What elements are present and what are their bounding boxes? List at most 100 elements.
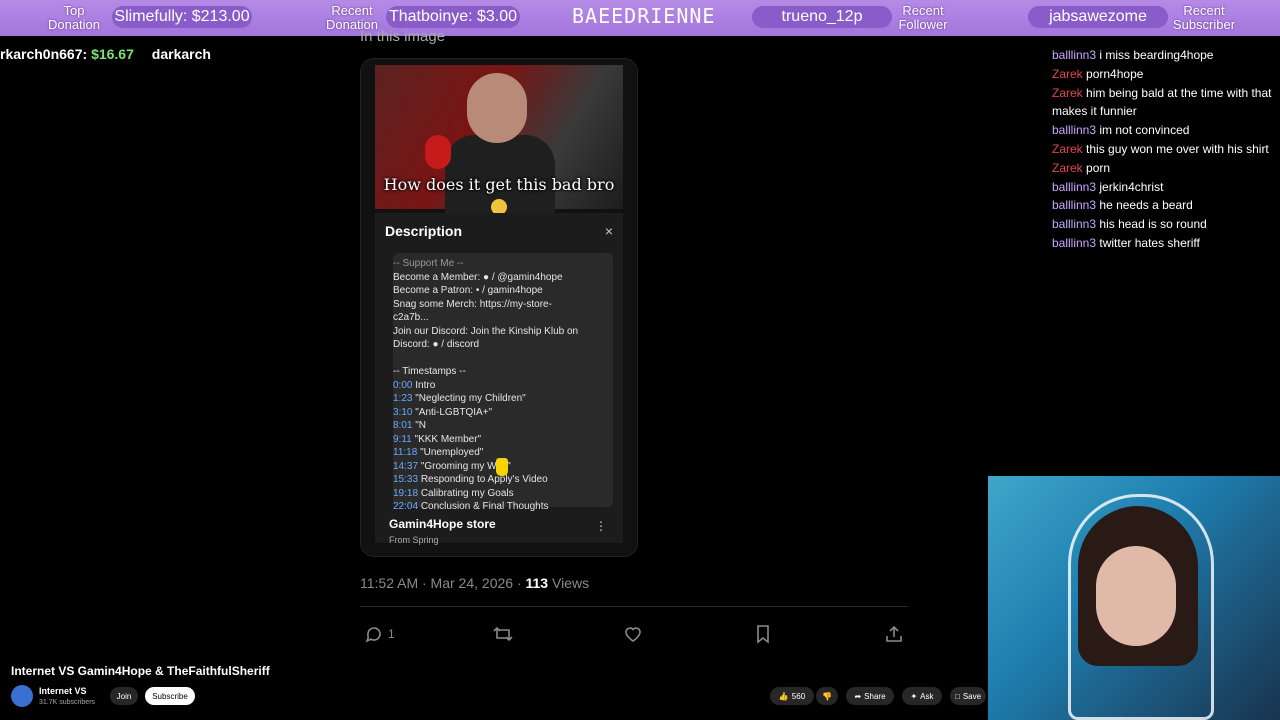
chat-username[interactable]: balllinn3 (1052, 236, 1096, 250)
like-count: 560 (791, 691, 806, 701)
chat-username[interactable]: balllinn3 (1052, 198, 1096, 212)
timestamp-row: 22:04 Conclusion & Final Thoughts (393, 500, 613, 514)
recent-subscriber-value: jabsawezome (1028, 6, 1168, 28)
timestamp-label: "KKK Member" (414, 433, 482, 445)
pointer-cursor-icon (496, 458, 508, 476)
repost-icon (493, 626, 513, 642)
timestamp-link[interactable]: 19:18 (393, 488, 418, 499)
chat-panel: balllinn3 i miss bearding4hope Zarek porn… (1052, 46, 1278, 253)
merch-link[interactable]: Snag some Merch: https://my-store- (393, 298, 613, 312)
channel-avatar[interactable] (11, 685, 33, 707)
chat-username[interactable]: Zarek (1052, 86, 1083, 100)
chat-text: porn4hope (1086, 66, 1144, 81)
timestamp-row: 3:10 "Anti-LGBTQIA+" (393, 406, 613, 420)
timestamp-label: "Anti-LGBTQIA+" (415, 406, 493, 418)
webcam-veil (1068, 494, 1214, 720)
timestamp-list: 0:00 Intro 1:23 "Neglecting my Children" 3… (393, 379, 613, 514)
timestamp-row: 1:23 "Neglecting my Children" (393, 392, 613, 406)
timestamp-label: "N (415, 420, 427, 431)
timestamp-row: 0:00 Intro (393, 379, 613, 393)
close-icon[interactable]: × (605, 223, 613, 239)
desc-line: Discord: ● / discord (393, 339, 480, 350)
desc-line: Join our Discord: Join the Kinship Klub … (393, 325, 579, 337)
timestamp-link[interactable]: 15:33 (393, 474, 418, 485)
webcam-feed (988, 476, 1280, 720)
repost-button[interactable] (492, 620, 514, 648)
share-button[interactable] (884, 620, 904, 648)
ask-button[interactable]: ✦ Ask (902, 687, 942, 705)
timestamp-label: Responding to Apply's Video (420, 474, 548, 485)
donation-ticker: rkarch0n667: $16.67 darkarch (0, 46, 211, 66)
bookmark-icon: □ (954, 691, 960, 701)
save-button[interactable]: □ Save (950, 687, 986, 705)
chat-message: balllinn3 twitter hates sheriff (1052, 234, 1278, 253)
timestamp-link[interactable]: 22:04 (393, 501, 418, 512)
tweet-media[interactable]: How does it get this bad bro Description… (360, 58, 638, 557)
timestamp-link[interactable]: 9:11 (393, 434, 412, 445)
timestamp-link[interactable]: 14:37 (393, 461, 418, 472)
recent-follower-value: trueno_12p (752, 6, 892, 28)
save-label: Save (962, 691, 982, 701)
chat-message: Zarek him being bald at the time with th… (1052, 84, 1278, 122)
like-button[interactable]: 👍 560 (770, 687, 814, 705)
description-title: Description (385, 223, 463, 239)
channel-name[interactable]: Internet VS (39, 686, 87, 696)
divider (360, 606, 908, 607)
chat-username[interactable]: Zarek (1052, 142, 1083, 156)
recent-follower-label: Recent Follower (898, 3, 948, 32)
chat-text: twitter hates sheriff (1099, 235, 1200, 250)
timestamp-label: Calibrating my Goals (420, 487, 514, 499)
timestamp-row: 19:18 Calibrating my Goals (393, 487, 613, 501)
share-arrow-icon: ➦ (854, 691, 862, 701)
timestamp-link[interactable]: 8:01 (393, 420, 412, 431)
top-donation-label: Top Donation (47, 3, 101, 32)
stream-banner: Top Donation Slimefully: $213.00 Recent … (0, 0, 1280, 36)
chat-text: i miss bearding4hope (1099, 48, 1214, 62)
ask-label: Ask (920, 691, 934, 701)
timestamp-link[interactable]: 1:23 (393, 393, 412, 404)
share-label: Share (864, 691, 886, 701)
timestamp-label: "Neglecting my Children" (415, 393, 526, 404)
share-button[interactable]: ➦ Share (846, 687, 894, 705)
join-button[interactable]: Join (110, 687, 138, 705)
chat-text: porn (1086, 160, 1111, 175)
timestamp-link[interactable]: 11:18 (393, 447, 417, 458)
video-title: Internet VS Gamin4Hope & TheFaithfulSher… (11, 664, 270, 678)
subscribe-button[interactable]: Subscribe (145, 687, 195, 705)
store-title: Gamin4Hope store (389, 517, 496, 531)
top-donation-value: Slimefully: $213.00 (112, 6, 252, 28)
chat-username[interactable]: balllinn3 (1052, 123, 1096, 137)
tweet-partial-heading: In this image (360, 28, 446, 45)
chat-username[interactable]: balllinn3 (1052, 48, 1096, 62)
desc-line: Become a Member: ● / @gamin4hope (393, 271, 563, 283)
desc-line: Become a Patron: • / gamin4hope (393, 285, 543, 296)
chat-username[interactable]: balllinn3 (1052, 180, 1096, 194)
recent-subscriber-label: Recent Subscriber (1172, 3, 1236, 32)
chat-text: im not convinced (1099, 123, 1190, 138)
chat-username[interactable]: Zarek (1052, 161, 1083, 175)
chat-username[interactable]: Zarek (1052, 67, 1083, 81)
sparkle-icon: ✦ (910, 691, 918, 701)
reply-button[interactable]: 1 (364, 620, 395, 648)
streamer-name: BAEEDRIENNE (572, 4, 716, 28)
tweet-timestamp: 11:52 AM · Mar 24, 2026 · (360, 575, 526, 591)
desc-line: -- Timestamps -- (393, 366, 466, 377)
chat-text: jerkin4christ (1099, 179, 1164, 194)
timestamp-link[interactable]: 0:00 (393, 380, 412, 391)
store-subtitle: From Spring (389, 535, 439, 545)
merch-link-cont[interactable]: c2a7b... (393, 311, 613, 325)
timestamp-label: "Unemployed" (420, 447, 484, 458)
like-button[interactable] (623, 620, 643, 648)
chat-text: him being bald at the time with that mak… (1052, 85, 1272, 119)
heart-icon (625, 627, 641, 642)
timestamp-link[interactable]: 3:10 (393, 407, 412, 418)
video-thumbnail[interactable]: How does it get this bad bro (375, 65, 623, 215)
dislike-button[interactable]: 👎 (816, 687, 838, 705)
chat-text: this guy won me over with his shirt (1086, 141, 1269, 156)
video-caption: How does it get this bad bro (383, 175, 615, 194)
tweet-actions: 1 (360, 620, 908, 648)
more-menu-icon[interactable]: ⋮ (595, 519, 607, 533)
ticker-next: darkarch (151, 46, 211, 62)
bookmark-button[interactable] (754, 620, 772, 648)
chat-username[interactable]: balllinn3 (1052, 217, 1096, 231)
